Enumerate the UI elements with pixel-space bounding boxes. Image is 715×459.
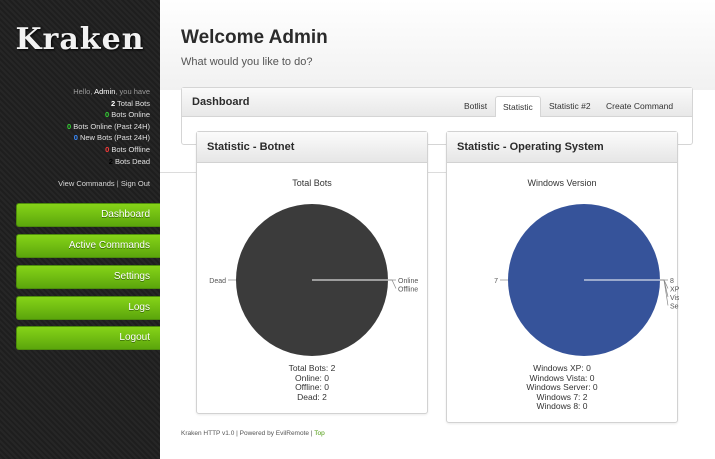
nav-active-commands-button[interactable]: Active Commands bbox=[16, 234, 160, 258]
pie-label: XP bbox=[670, 287, 679, 294]
stat-new-bots-24h: 0 New Bots (Past 24H) bbox=[73, 133, 150, 143]
pie-leader-line bbox=[660, 279, 669, 298]
tab-botlist[interactable]: Botlist bbox=[464, 101, 487, 111]
user-name: Admin bbox=[94, 87, 116, 96]
pie-label: Vista bbox=[670, 295, 679, 302]
stat-total-bots: 2 Total Bots bbox=[110, 98, 150, 108]
view-commands-link[interactable]: View Commands bbox=[58, 179, 115, 188]
os-card: Statistic - Operating System Windows Ver… bbox=[446, 131, 679, 423]
tab-statistic[interactable]: Statistic bbox=[495, 96, 541, 117]
divider bbox=[160, 172, 196, 173]
page-subtitle: What would you like to do? bbox=[181, 56, 313, 68]
botnet-pie-chart: Dead Online Offline bbox=[209, 204, 418, 356]
sidebar: Kraken Hello, Admin, you have 2 Total Bo… bbox=[0, 0, 160, 459]
dashboard-title: Dashboard bbox=[192, 96, 250, 108]
pie-label: Online bbox=[398, 278, 418, 285]
summary-line: Dead: 2 bbox=[297, 391, 327, 402]
pie-label: Dead bbox=[209, 278, 226, 285]
main-content: Welcome Admin What would you like to do?… bbox=[160, 0, 715, 459]
sign-out-link[interactable]: Sign Out bbox=[121, 179, 150, 188]
nav-dashboard-button[interactable]: Dashboard bbox=[16, 203, 160, 227]
nav-logs-button[interactable]: Logs bbox=[16, 296, 160, 320]
tab-statistic-2[interactable]: Statistic #2 bbox=[549, 101, 591, 111]
greeting: Hello, Admin, you have bbox=[73, 87, 150, 96]
botnet-card-title: Statistic - Botnet bbox=[197, 132, 427, 163]
page-title: Welcome Admin bbox=[181, 27, 328, 48]
stat-bots-offline: 0 Bots Offline bbox=[105, 144, 150, 154]
footer: Kraken HTTP v1.0 | Powered by EvilRemote… bbox=[181, 430, 325, 437]
nav-settings-button[interactable]: Settings bbox=[16, 265, 160, 289]
stat-bots-online: 0 Bots Online bbox=[104, 110, 150, 120]
top-link[interactable]: Top bbox=[314, 430, 324, 437]
os-summary: Windows XP: 0 Windows Vista: 0 Windows S… bbox=[447, 363, 677, 412]
botnet-card: Statistic - Botnet Total Bots Dead Online… bbox=[196, 131, 428, 414]
summary-line: Windows 8: 0 bbox=[536, 401, 588, 412]
os-pie-chart: 7 8 XPVista Server bbox=[494, 204, 679, 356]
pie-label: Server bbox=[670, 304, 679, 311]
pie-label: 8 bbox=[670, 278, 674, 285]
divider bbox=[428, 172, 446, 173]
pie-label: Offline bbox=[398, 287, 418, 294]
pie-leader-line bbox=[388, 279, 397, 289]
nav-logout-button[interactable]: Logout bbox=[16, 326, 160, 350]
kraken-logo: Kraken bbox=[15, 22, 145, 57]
bot-stats: Hello, Admin, you have 2 Total Bots 0 Bo… bbox=[5, 86, 150, 167]
stat-bots-dead: 2 Bots Dead bbox=[108, 156, 150, 166]
pie-label: 7 bbox=[494, 278, 498, 285]
sidebar-links: View Commands | Sign Out bbox=[58, 179, 150, 188]
os-card-title: Statistic - Operating System bbox=[447, 132, 677, 163]
stat-bots-online-24h: 0 Bots Online (Past 24H) bbox=[67, 121, 150, 131]
botnet-summary: Total Bots: 2 Online: 0 Offline: 0 Dead:… bbox=[197, 363, 427, 402]
tab-create-command[interactable]: Create Command bbox=[606, 101, 673, 111]
dashboard-panel-header: Dashboard Botlist Statistic Statistic #2… bbox=[182, 88, 692, 117]
